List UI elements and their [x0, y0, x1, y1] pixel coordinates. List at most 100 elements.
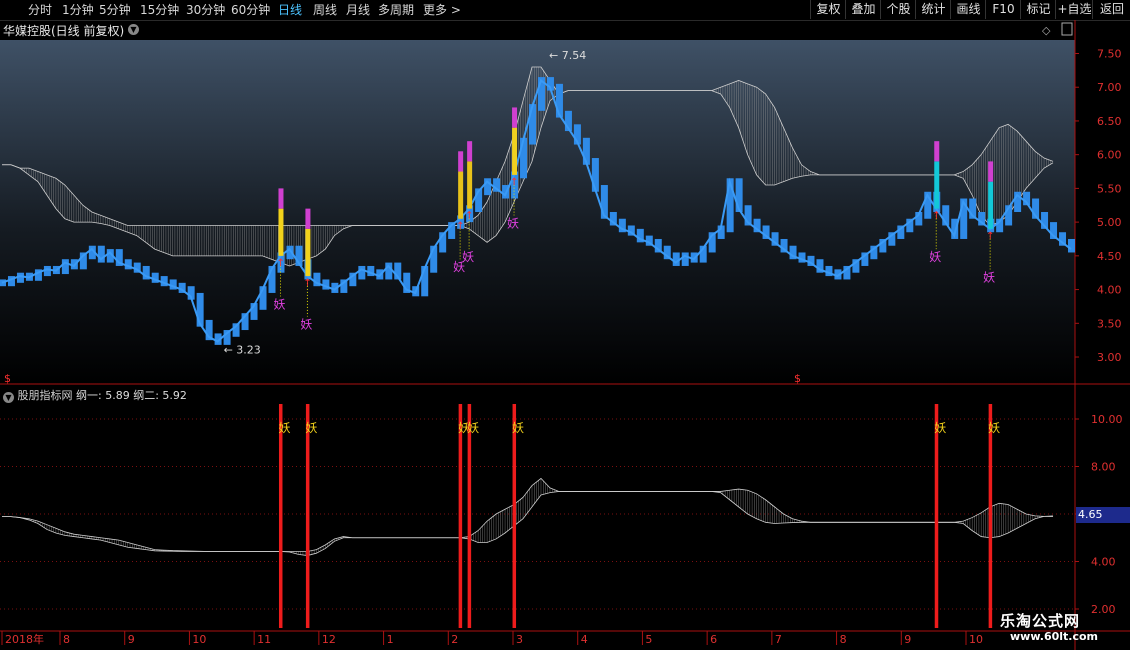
signal-candle	[512, 127, 518, 175]
price-bar	[987, 218, 995, 233]
signal-candle-top	[305, 208, 311, 229]
signal-candle	[458, 171, 464, 219]
tab-period-5[interactable]: 60分钟	[231, 2, 270, 18]
price-bar	[744, 205, 752, 226]
indicator-signal-label: 妖	[458, 421, 470, 435]
price-bar	[340, 279, 348, 293]
indicator-y-tick-label: 10.00	[1091, 413, 1123, 426]
toolbar-button-3[interactable]: 统计	[915, 0, 951, 19]
price-bar	[816, 259, 824, 273]
tab-period-6[interactable]: 日线	[278, 2, 302, 18]
toolbar-button-7[interactable]: +自选	[1055, 0, 1093, 19]
y-tick-label: 4.00	[1097, 284, 1122, 297]
x-tick-label: 2	[451, 633, 458, 646]
x-tick-label: 3	[516, 633, 523, 646]
price-bar	[457, 215, 465, 229]
price-bar	[232, 323, 240, 337]
chevron-down-icon[interactable]: ▼	[128, 24, 139, 35]
high-price-label: ← 7.54	[549, 49, 586, 62]
price-bar	[1068, 238, 1075, 253]
indicator-band-upper-line	[2, 477, 1054, 552]
toolbar-button-6[interactable]: 标记	[1020, 0, 1056, 19]
price-bar	[1023, 191, 1031, 206]
tab-period-4[interactable]: 30分钟	[186, 2, 225, 18]
tab-period-9[interactable]: 多周期	[378, 2, 414, 18]
price-bar	[726, 178, 734, 233]
price-bar	[385, 262, 393, 280]
signal-label: 妖	[507, 216, 519, 230]
stock-title: 华媒控股(日线 前复权)	[3, 24, 125, 38]
price-bar	[591, 158, 599, 192]
price-bar	[448, 222, 456, 239]
indicator-y-tick-label: 2.00	[1091, 603, 1116, 616]
y-tick-label: 3.00	[1097, 351, 1122, 364]
price-bar	[969, 198, 977, 219]
price-bar	[322, 279, 330, 290]
price-bar	[735, 178, 743, 212]
signal-label: 妖	[300, 318, 312, 332]
price-bar	[654, 238, 662, 253]
chevron-down-icon[interactable]: ▼	[3, 392, 14, 403]
price-bar	[61, 259, 69, 275]
y-tick-label: 7.00	[1097, 81, 1122, 94]
price-bar	[1005, 205, 1013, 226]
price-bar	[600, 185, 608, 219]
tab-period-10[interactable]: 更多 >	[423, 2, 461, 18]
price-bar	[106, 249, 114, 263]
indicator-signal-bar	[278, 404, 283, 628]
signal-candle	[467, 161, 473, 209]
indicator-y-tick-label: 8.00	[1091, 461, 1116, 474]
signal-arrow-icon: ↑	[510, 177, 518, 188]
price-bar	[268, 265, 276, 293]
price-bar	[124, 259, 132, 270]
y-tick-label: 7.50	[1097, 47, 1122, 60]
indicator-signal-label: 妖	[467, 421, 479, 435]
price-bar	[151, 272, 159, 283]
main-chart-background	[0, 40, 1075, 384]
tab-period-1[interactable]: 1分钟	[62, 2, 94, 18]
x-tick-label: 10	[969, 633, 983, 646]
price-bar	[762, 225, 770, 239]
tab-period-8[interactable]: 月线	[346, 2, 370, 18]
toolbar-button-2[interactable]: 个股	[880, 0, 916, 19]
toolbar-button-1[interactable]: 叠加	[845, 0, 881, 19]
price-bar	[520, 137, 528, 179]
price-bar	[618, 218, 626, 233]
x-tick-label: 12	[322, 633, 336, 646]
price-bar	[115, 249, 123, 266]
signal-candle	[988, 181, 994, 229]
signal-label: 妖	[983, 270, 995, 284]
signal-candle-top	[278, 188, 284, 209]
price-bar	[259, 286, 267, 310]
price-bar	[906, 218, 914, 233]
price-bar	[933, 191, 941, 212]
price-bar	[493, 178, 501, 192]
price-bar	[475, 188, 483, 212]
price-bar	[241, 313, 249, 331]
toolbar-button-8[interactable]: 返回	[1092, 0, 1130, 19]
price-bar	[286, 245, 294, 260]
price-bar	[681, 252, 689, 266]
price-bar	[852, 259, 860, 273]
signal-label: 妖	[462, 250, 474, 264]
toolbar-button-0[interactable]: 复权	[810, 0, 846, 19]
tab-period-7[interactable]: 周线	[313, 2, 337, 18]
signal-candle-top	[458, 151, 464, 172]
tab-period-2[interactable]: 5分钟	[99, 2, 131, 18]
price-bar	[960, 198, 968, 239]
price-bar	[97, 245, 105, 263]
price-bar	[430, 245, 438, 273]
x-tick-label: 11	[257, 633, 271, 646]
price-bar	[367, 265, 375, 277]
tab-period-0[interactable]: 分时	[28, 2, 52, 18]
price-bar	[421, 265, 429, 297]
price-bar	[825, 265, 833, 277]
s-marker: $	[794, 372, 801, 385]
indicator-y-tick-label: 4.00	[1091, 556, 1116, 569]
tab-period-3[interactable]: 15分钟	[140, 2, 179, 18]
price-bar	[699, 245, 707, 263]
x-tick-label: 5	[645, 633, 652, 646]
toolbar-button-4[interactable]: 画线	[950, 0, 986, 19]
toolbar-button-5[interactable]: F10	[985, 0, 1021, 19]
indicator-name: 股朋指标网	[17, 389, 73, 402]
